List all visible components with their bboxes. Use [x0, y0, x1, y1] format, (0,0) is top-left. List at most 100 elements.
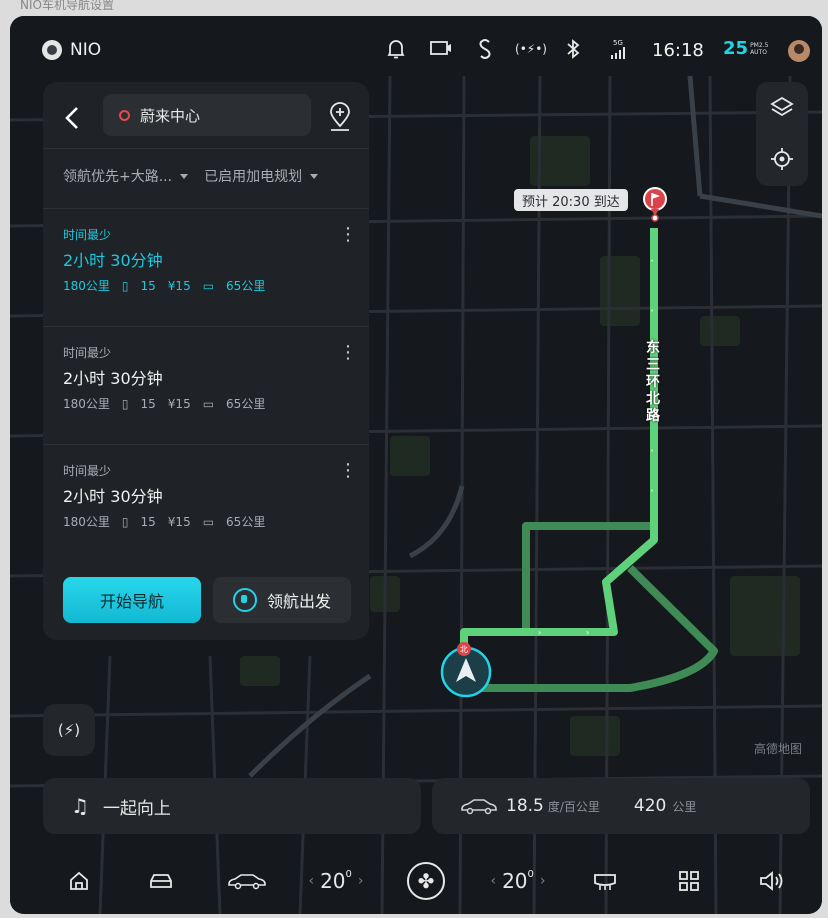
- passenger-temp-value: 20: [502, 869, 528, 893]
- bell-icon[interactable]: [384, 38, 408, 60]
- traffic-light-icon: ▯: [121, 396, 129, 411]
- divider: [43, 326, 369, 327]
- back-button[interactable]: [61, 104, 89, 132]
- volume-icon[interactable]: [756, 866, 786, 896]
- route-duration: 2小时 30分钟: [63, 487, 163, 506]
- layers-button[interactable]: [769, 94, 795, 120]
- route-lights: 15: [140, 396, 156, 411]
- divider: [43, 148, 369, 149]
- divider: [43, 444, 369, 445]
- route-battery: 65公里: [226, 279, 266, 293]
- divider: [43, 208, 369, 209]
- destination-flag-icon[interactable]: [642, 186, 668, 226]
- car-screen: › › ˄ ˄ ˄ ˄ NIO (•⚡•) 5G 16:18 25 PM2.5 …: [10, 16, 822, 914]
- nio-avatar[interactable]: [42, 40, 62, 60]
- route-lights: 15: [140, 514, 156, 529]
- car-icon: [461, 799, 497, 815]
- chevron-left-icon[interactable]: ‹: [490, 873, 496, 889]
- route-tag: 时间最少: [63, 346, 112, 360]
- more-options-icon[interactable]: ⋮: [339, 226, 357, 246]
- north-indicator: 北: [460, 645, 468, 654]
- energy-card[interactable]: 18.5 度/百公里 420 公里: [432, 778, 810, 834]
- car-settings-icon[interactable]: [224, 866, 270, 896]
- passenger-temperature[interactable]: ‹ 200 ›: [476, 866, 560, 896]
- layers-icon: [770, 96, 794, 117]
- charging-button[interactable]: (⚡): [43, 704, 95, 756]
- route-panel: 蔚来中心 领航优先+大路... 已启用加电规划 时间最少 2小时 30分钟 18…: [43, 82, 369, 640]
- screen-cast-icon[interactable]: [428, 38, 454, 60]
- pilot-icon: [232, 588, 257, 612]
- driver-temp-decimal: 0: [345, 869, 352, 880]
- signal-label: 5G: [613, 38, 623, 47]
- route-toll: ¥15: [167, 278, 191, 293]
- charge-plan-dropdown[interactable]: 已启用加电规划: [204, 166, 302, 186]
- energy-consumption: 18.5: [506, 796, 544, 816]
- start-navigation-button[interactable]: 开始导航: [63, 577, 201, 623]
- locate-button[interactable]: [769, 146, 795, 172]
- media-card[interactable]: ♫ 一起向上: [43, 778, 421, 834]
- window-caption: NIO车机导航设置: [20, 0, 114, 12]
- route-distance: 180公里: [63, 515, 110, 529]
- route-duration: 2小时 30分钟: [63, 251, 163, 270]
- bluetooth-icon[interactable]: [562, 38, 584, 60]
- range-unit: 公里: [672, 799, 697, 814]
- consumption-unit: 度/百公里: [547, 799, 600, 814]
- locate-icon: [771, 148, 793, 170]
- chevron-left-icon[interactable]: ‹: [308, 873, 314, 889]
- preference-dropdown[interactable]: 领航优先+大路...: [63, 166, 172, 186]
- route-option-1[interactable]: 时间最少 2小时 30分钟 180公里 ▯ 15 ¥15 ▭ 65公里 ⋮: [63, 226, 357, 294]
- pilot-depart-button[interactable]: 领航出发: [213, 577, 351, 623]
- status-bar: NIO (•⚡•) 5G 16:18 25 PM2.5 AUTO: [10, 16, 822, 80]
- bottom-dock: ‹ 200 › ✤ ‹ 200 ›: [10, 846, 822, 914]
- rear-defrost-icon[interactable]: [590, 866, 620, 896]
- add-waypoint-button[interactable]: [327, 102, 353, 132]
- fan-icon: ✤: [407, 862, 445, 900]
- signal-icon: 5G: [606, 38, 630, 60]
- traffic-light-icon: ▯: [121, 278, 129, 293]
- route-option-3[interactable]: 时间最少 2小时 30分钟 180公里 ▯ 15 ¥15 ▭ 65公里 ⋮: [63, 462, 357, 530]
- battery-icon: ▭: [202, 278, 215, 293]
- s-logo-icon[interactable]: [474, 38, 496, 60]
- chevron-right-icon[interactable]: ›: [540, 873, 546, 889]
- battery-icon: ▭: [202, 396, 215, 411]
- destination-field[interactable]: 蔚来中心: [103, 94, 311, 136]
- driver-temp-value: 20: [320, 869, 346, 893]
- route-preferences: 领航优先+大路... 已启用加电规划: [63, 166, 334, 186]
- chevron-down-icon: [310, 173, 319, 179]
- apps-grid-icon[interactable]: [674, 866, 704, 896]
- vehicle-icon[interactable]: [146, 866, 176, 896]
- aqi-mode: AUTO: [750, 48, 767, 56]
- home-icon[interactable]: [64, 866, 94, 896]
- hotspot-icon[interactable]: (•⚡•): [514, 38, 548, 60]
- aqi-value: 25: [723, 38, 749, 59]
- user-avatar[interactable]: [788, 40, 810, 62]
- route-toll: ¥15: [167, 514, 191, 529]
- fan-button[interactable]: ✤: [406, 861, 446, 901]
- chevron-right-icon[interactable]: ›: [358, 873, 364, 889]
- brand-label[interactable]: NIO: [70, 40, 101, 60]
- map-provider-logo: 高德地图: [754, 742, 803, 756]
- passenger-temp-decimal: 0: [527, 869, 534, 880]
- svg-text:›: ›: [538, 628, 541, 637]
- destination-text: 蔚来中心: [140, 106, 201, 125]
- road-name-label: 东三环北路: [646, 340, 660, 424]
- route-tag: 时间最少: [63, 228, 112, 242]
- route-battery: 65公里: [226, 397, 266, 411]
- svg-text:˄: ˄: [650, 259, 654, 268]
- map-controls: [756, 82, 808, 186]
- air-quality[interactable]: 25 PM2.5 AUTO: [723, 38, 768, 59]
- driver-temperature[interactable]: ‹ 200 ›: [294, 866, 378, 896]
- chevron-left-icon: [65, 107, 78, 129]
- remaining-range: 420: [633, 796, 667, 816]
- svg-text:˄: ˄: [650, 489, 654, 498]
- route-duration: 2小时 30分钟: [63, 369, 163, 388]
- song-title: 一起向上: [102, 798, 171, 819]
- more-options-icon[interactable]: ⋮: [339, 462, 357, 482]
- aqi-label: PM2.5: [750, 41, 769, 49]
- svg-text:˄: ˄: [650, 309, 654, 318]
- traffic-light-icon: ▯: [121, 514, 129, 529]
- clock: 16:18: [652, 40, 704, 61]
- route-option-2[interactable]: 时间最少 2小时 30分钟 180公里 ▯ 15 ¥15 ▭ 65公里 ⋮: [63, 344, 357, 412]
- route-distance: 180公里: [63, 397, 110, 411]
- more-options-icon[interactable]: ⋮: [339, 344, 357, 364]
